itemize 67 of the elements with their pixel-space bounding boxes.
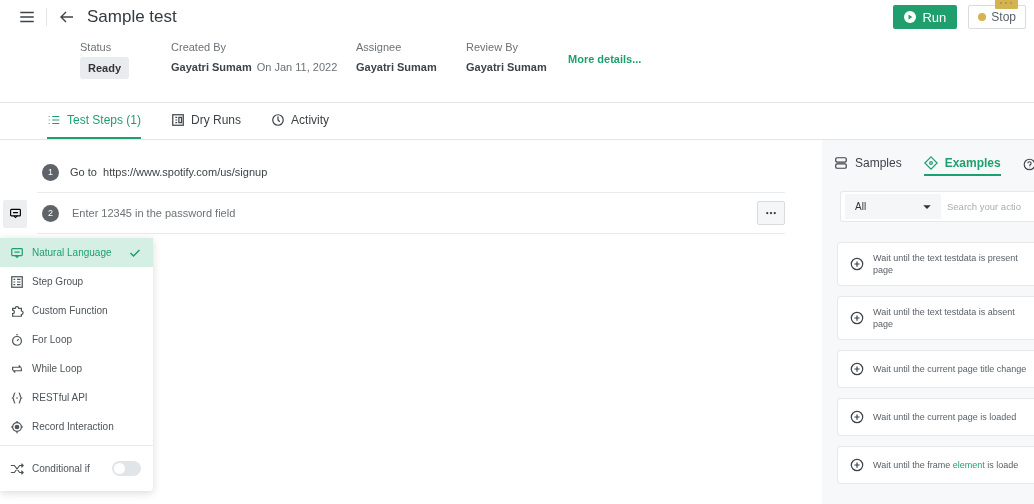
puzzle-icon xyxy=(10,303,24,318)
add-icon xyxy=(850,410,864,424)
card-text: page xyxy=(873,265,895,275)
message-icon xyxy=(10,245,24,260)
message-icon xyxy=(8,207,22,220)
menu-item[interactable]: Step Group xyxy=(0,267,153,296)
back-arrow-icon xyxy=(59,9,75,25)
help-icon xyxy=(1022,157,1034,171)
menu-item[interactable]: For Loop xyxy=(0,325,153,354)
menu-item[interactable]: Conditional if xyxy=(0,454,153,483)
tab[interactable]: Test Steps (1) xyxy=(47,103,142,139)
tab[interactable]: Dry Runs xyxy=(171,103,242,139)
target-icon xyxy=(10,419,24,434)
example-card[interactable]: Wait until the current page title change xyxy=(837,350,1034,388)
field-value: Gayatri Sumam xyxy=(466,61,547,73)
card-text: Wait until the current page is loaded xyxy=(873,412,1017,422)
document-icon xyxy=(171,113,186,127)
status-badge: Ready xyxy=(80,57,130,79)
stop-button[interactable]: Stop xyxy=(968,5,1026,29)
list-box-icon xyxy=(10,274,24,289)
add-icon xyxy=(850,458,864,472)
clock-icon xyxy=(271,113,286,127)
add-icon xyxy=(850,311,864,325)
search-field[interactable]: Search your actio xyxy=(941,200,1034,213)
date-text: On Jan 11, 2022 xyxy=(256,61,338,73)
status-dot xyxy=(978,13,987,21)
field-value: Gayatri Sumam xyxy=(356,61,437,73)
toggle-switch[interactable] xyxy=(112,461,141,476)
tab[interactable]: Activity xyxy=(271,103,330,139)
step-number: 1 xyxy=(42,163,59,181)
example-card[interactable]: Wait until the text testdata is present page xyxy=(837,242,1034,286)
step-type-button[interactable] xyxy=(3,199,27,228)
card-text: Wait until the text testdata is absent xyxy=(873,307,1015,317)
help-button[interactable] xyxy=(1022,157,1034,171)
field-label: Created By xyxy=(171,41,228,53)
stack-icon xyxy=(834,156,848,170)
back-button[interactable] xyxy=(59,9,75,25)
card-text: Wait until the frame element is loade xyxy=(873,460,1019,470)
page-title: Sample test xyxy=(87,7,177,27)
example-card[interactable]: Wait until the frame element is loade xyxy=(837,446,1034,484)
menu-item[interactable]: While Loop xyxy=(0,354,153,383)
shuffle-icon xyxy=(10,461,24,476)
field-label: Status xyxy=(80,41,113,53)
braces-icon xyxy=(10,390,24,405)
example-card[interactable]: Wait until the current page is loaded xyxy=(837,398,1034,436)
menu-item[interactable]: Record Interaction xyxy=(0,412,153,441)
play-icon xyxy=(904,11,917,23)
step-input[interactable]: Enter 12345 in the password field xyxy=(70,206,746,220)
card-text: Wait until the text testdata is present xyxy=(873,253,1018,263)
card-text: Wait until the current page title change xyxy=(873,364,1027,374)
field-label: Assignee xyxy=(356,41,403,53)
field-value: Gayatri Sumam xyxy=(171,61,252,73)
diamond-icon xyxy=(923,156,938,170)
grip-tab-icon[interactable] xyxy=(995,0,1019,9)
tab[interactable]: Samples xyxy=(834,152,902,176)
list-icon xyxy=(47,113,61,127)
menu-item[interactable]: RESTful API xyxy=(0,383,153,412)
add-icon xyxy=(850,257,864,271)
step-text: Go to https://www.spotify.com/us/signup xyxy=(70,166,268,178)
timer-icon xyxy=(10,332,24,347)
step-number: 2 xyxy=(42,204,59,222)
category-select[interactable]: All xyxy=(845,194,941,219)
field-label: Review By xyxy=(466,41,519,53)
add-icon xyxy=(850,362,864,376)
menu-item[interactable]: Custom Function xyxy=(0,296,153,325)
card-text: page xyxy=(873,319,895,329)
example-card[interactable]: Wait until the text testdata is absent page xyxy=(837,296,1034,340)
